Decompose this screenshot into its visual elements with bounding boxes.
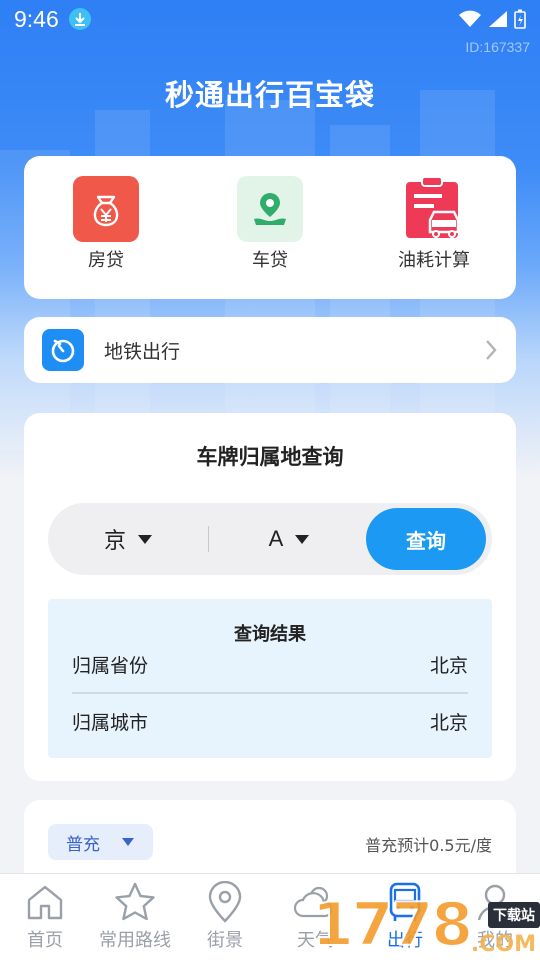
star-icon — [112, 879, 158, 925]
charge-type-value: 普充 — [66, 834, 100, 855]
result-row-city: 归属城市 北京 — [72, 708, 468, 735]
tool-car-loan[interactable]: 车贷 — [188, 156, 352, 299]
tool-mortgage[interactable]: 房贷 — [24, 156, 188, 299]
tab-travel[interactable]: 出行 — [360, 874, 450, 960]
charge-price-note: 普充预计0.5元/度 — [365, 836, 492, 855]
caret-down-icon — [295, 534, 310, 544]
car-clipboard-icon — [401, 176, 467, 242]
province-value: 京 — [103, 529, 126, 554]
tab-routes[interactable]: 常用路线 — [90, 874, 180, 960]
chevron-right-icon — [486, 340, 497, 360]
tab-label: 我的 — [477, 930, 513, 951]
metro-label: 地铁出行 — [104, 340, 181, 363]
result-box: 查询结果 归属省份 北京 归属城市 北京 — [48, 599, 492, 758]
charge-type-select[interactable]: 普充 — [48, 824, 153, 860]
hand-coin-icon — [237, 176, 303, 242]
bottom-tab-bar: 首页 常用路线 街景 天气 出行 我的 — [0, 873, 540, 960]
tab-label: 出行 — [387, 930, 423, 951]
tab-label: 天气 — [297, 930, 333, 951]
letter-value: A — [268, 526, 284, 551]
query-button[interactable]: 查询 — [366, 508, 486, 570]
result-label: 归属城市 — [72, 712, 149, 734]
home-icon — [22, 879, 68, 925]
result-row-province: 归属省份 北京 — [72, 651, 468, 678]
result-title: 查询结果 — [234, 624, 306, 645]
tab-home[interactable]: 首页 — [0, 874, 90, 960]
tab-mine[interactable]: 我的 — [450, 874, 540, 960]
plate-query-title: 车牌归属地查询 — [196, 445, 344, 469]
tool-fuel-calc[interactable]: 油耗计算 — [352, 156, 516, 299]
weather-icon — [292, 879, 338, 925]
tool-label: 车贷 — [252, 250, 288, 271]
device-id-label: ID:167337 — [465, 39, 530, 55]
tools-card: 房贷 车贷 油耗计算 — [24, 156, 516, 299]
result-value: 北京 — [429, 712, 468, 734]
status-time: 9:46 — [14, 5, 59, 32]
user-icon — [472, 879, 518, 925]
result-label: 归属省份 — [72, 655, 149, 677]
status-bar: 9:46 — [0, 0, 540, 38]
metro-entry[interactable]: 地铁出行 — [24, 317, 516, 383]
caret-down-icon — [138, 534, 152, 544]
plate-query-card: 车牌归属地查询 京 A 查询 查询结果 归属省份 北京 归属城市 北京 — [24, 413, 516, 781]
bus-icon — [382, 879, 428, 925]
tab-label: 常用路线 — [99, 930, 171, 951]
battery-icon — [514, 9, 526, 29]
plate-selector-bar: 京 A 查询 — [48, 503, 492, 575]
tool-label: 油耗计算 — [398, 250, 470, 271]
signal-icon — [489, 11, 507, 27]
result-divider — [72, 692, 468, 694]
wifi-icon — [459, 10, 481, 27]
letter-select[interactable]: A — [209, 526, 369, 552]
tool-label: 房贷 — [88, 250, 124, 271]
metro-icon — [42, 329, 84, 371]
caret-down-icon — [122, 838, 134, 846]
result-value: 北京 — [429, 655, 468, 677]
download-icon — [68, 8, 91, 30]
money-bag-icon — [73, 176, 139, 242]
tab-label: 首页 — [27, 930, 63, 951]
location-pin-icon — [202, 879, 248, 925]
tab-label: 街景 — [207, 930, 243, 951]
tab-streetview[interactable]: 街景 — [180, 874, 270, 960]
tab-weather[interactable]: 天气 — [270, 874, 360, 960]
province-select[interactable]: 京 — [48, 523, 208, 555]
app-title: 秒通出行百宝袋 — [164, 78, 375, 112]
